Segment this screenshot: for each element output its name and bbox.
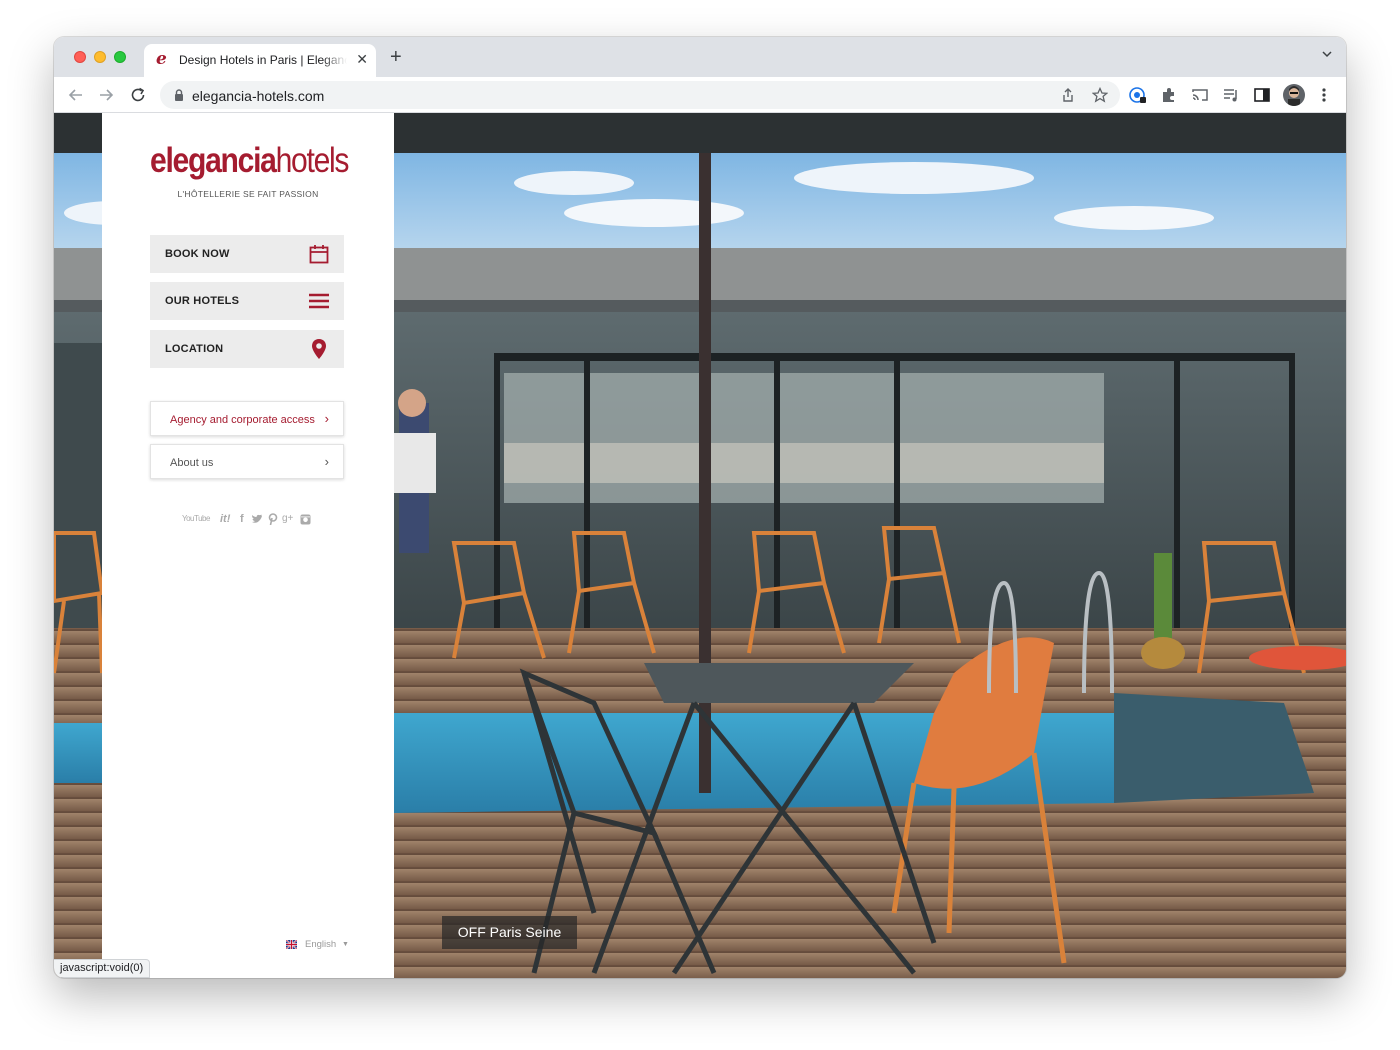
url-text: elegancia-hotels.com — [192, 88, 325, 104]
pinterest-icon[interactable] — [268, 513, 278, 525]
brand-logo-bold: elegancia — [150, 141, 277, 180]
share-icon[interactable] — [1060, 87, 1076, 103]
twitter-icon[interactable] — [251, 514, 263, 525]
our-hotels-button[interactable]: OUR HOTELS — [150, 282, 344, 320]
our-hotels-label: OUR HOTELS — [165, 295, 240, 307]
lock-icon[interactable] — [172, 88, 186, 102]
language-label: English — [305, 939, 337, 950]
tab-strip: e Design Hotels in Paris | Elegancia Hot… — [54, 37, 1346, 77]
instagram-it-icon[interactable]: it! — [220, 513, 230, 525]
back-arrow-icon[interactable] — [66, 85, 86, 105]
location-button[interactable]: LOCATION — [150, 330, 344, 368]
avatar-person-icon — [1288, 86, 1300, 106]
facebook-icon[interactable]: f — [240, 513, 244, 525]
map-pin-icon — [312, 339, 326, 359]
youtube-icon[interactable]: YouTube — [182, 514, 210, 523]
close-window-button[interactable] — [74, 51, 86, 63]
location-label: LOCATION — [165, 343, 224, 355]
chevron-right-icon: › — [324, 454, 329, 469]
brand-tagline: L'HÔTELLERIE SE FAIT PASSION — [177, 189, 319, 199]
reload-icon[interactable] — [128, 85, 148, 105]
agency-corporate-access-link[interactable]: Agency and corporate access › — [150, 401, 344, 436]
tab-title: Design Hotels in Paris | Elegancia Hotel… — [179, 53, 347, 67]
web-page: eleganciahotels L'HÔTELLERIE SE FAIT PAS… — [54, 113, 1346, 978]
book-now-label: BOOK NOW — [165, 248, 230, 260]
status-bar: javascript:void(0) — [54, 959, 151, 978]
google-plus-icon[interactable]: g+ — [282, 513, 293, 524]
cast-icon[interactable] — [1191, 86, 1209, 104]
about-us-link[interactable]: About us › — [150, 444, 344, 479]
forward-arrow-icon[interactable] — [96, 85, 116, 105]
side-panel-icon[interactable] — [1253, 86, 1271, 104]
more-vertical-icon[interactable] — [1315, 86, 1333, 104]
tab-close-icon[interactable]: ✕ — [356, 51, 368, 67]
hotel-caption-button[interactable]: OFF Paris Seine — [442, 916, 577, 949]
language-selector[interactable]: English ▼ — [286, 939, 356, 951]
hotel-caption-label: OFF Paris Seine — [457, 924, 562, 940]
profile-avatar[interactable] — [1283, 84, 1305, 106]
maximize-window-button[interactable] — [114, 51, 126, 63]
brand-logo[interactable]: eleganciahotels — [150, 141, 350, 181]
tab-active[interactable]: e Design Hotels in Paris | Elegancia Hot… — [144, 44, 376, 77]
calendar-icon — [309, 245, 329, 264]
dropdown-arrow-icon: ▼ — [342, 941, 349, 948]
social-links: YouTube it! f g+ — [182, 513, 312, 527]
chevron-right-icon: › — [324, 411, 329, 426]
agency-corporate-access-label: Agency and corporate access — [170, 414, 315, 426]
sidebar-panel: eleganciahotels L'HÔTELLERIE SE FAIT PAS… — [102, 113, 394, 978]
tab-search-chevron-icon[interactable] — [1322, 49, 1332, 59]
browser-window: e Design Hotels in Paris | Elegancia Hot… — [54, 37, 1346, 978]
new-tab-button[interactable]: + — [390, 47, 402, 67]
browser-toolbar: elegancia-hotels.com — [54, 77, 1346, 113]
minimize-window-button[interactable] — [94, 51, 106, 63]
hamburger-icon — [309, 293, 329, 309]
password-manager-icon[interactable] — [1129, 86, 1147, 104]
bookmark-star-icon[interactable] — [1092, 87, 1108, 103]
address-bar[interactable]: elegancia-hotels.com — [160, 81, 1120, 109]
uk-flag-icon — [286, 940, 297, 949]
about-us-label: About us — [170, 457, 214, 469]
book-now-button[interactable]: BOOK NOW — [150, 235, 344, 273]
media-queue-icon[interactable] — [1222, 86, 1240, 104]
extensions-puzzle-icon[interactable] — [1160, 86, 1178, 104]
brand-logo-light: hotels — [275, 141, 350, 180]
favicon-icon: e — [156, 49, 167, 69]
instagram-icon[interactable] — [300, 514, 311, 525]
